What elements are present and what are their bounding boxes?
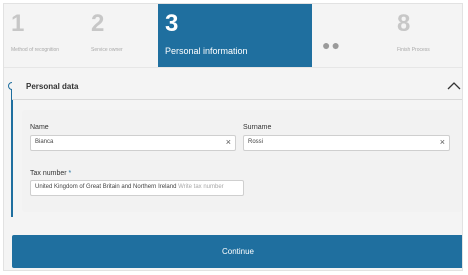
name-label: Name	[30, 124, 49, 131]
step-number: 1	[11, 10, 25, 37]
surname-field[interactable]: Rossi ×	[243, 135, 450, 151]
name-field[interactable]: Bianca ×	[30, 135, 236, 151]
clear-surname-icon[interactable]: ×	[440, 137, 445, 148]
step-number: 2	[91, 10, 105, 37]
step-caption: Personal information	[165, 46, 248, 56]
personal-data-section-header[interactable]: Personal data	[12, 76, 462, 100]
tax-country-select[interactable]: United Kingdom of Great Britain and Nort…	[35, 184, 176, 190]
name-value: Bianca	[35, 139, 54, 145]
personal-data-card: Name Bianca × Surname Rossi × Tax number…	[22, 110, 462, 212]
continue-button[interactable]: Continue	[12, 235, 462, 268]
step-2[interactable]: 2 Service owner	[84, 4, 157, 67]
wizard-frame: 1 Method of recognition 2 Service owner …	[3, 3, 463, 271]
tax-number-content: United Kingdom of Great Britain and Nort…	[35, 184, 224, 190]
step-number: 8	[397, 10, 411, 37]
section-timeline-line	[11, 84, 13, 217]
step-caption: Method of recognition	[11, 47, 60, 53]
tax-number-field[interactable]: United Kingdom of Great Britain and Nort…	[30, 180, 244, 196]
tax-number-label: Tax number *	[30, 170, 71, 177]
step-caption: Finish Process	[397, 47, 430, 53]
more-steps-dots: ●●	[322, 37, 341, 53]
clear-name-icon[interactable]: ×	[226, 137, 231, 148]
surname-label: Surname	[243, 124, 272, 131]
step-3-active[interactable]: 3 Personal information	[158, 4, 312, 67]
stepper: 1 Method of recognition 2 Service owner …	[4, 4, 462, 68]
surname-value: Rossi	[248, 139, 264, 145]
step-8[interactable]: 8 Finish Process	[390, 4, 462, 67]
chevron-up-icon[interactable]	[446, 79, 462, 93]
step-number: 3	[165, 10, 179, 37]
step-1[interactable]: 1 Method of recognition	[4, 4, 84, 67]
tax-number-label-text: Tax number	[30, 170, 67, 177]
tax-number-placeholder[interactable]: Write tax number	[178, 184, 224, 190]
section-title: Personal data	[26, 82, 79, 91]
step-caption: Service owner	[91, 47, 123, 53]
required-mark: *	[68, 170, 72, 177]
